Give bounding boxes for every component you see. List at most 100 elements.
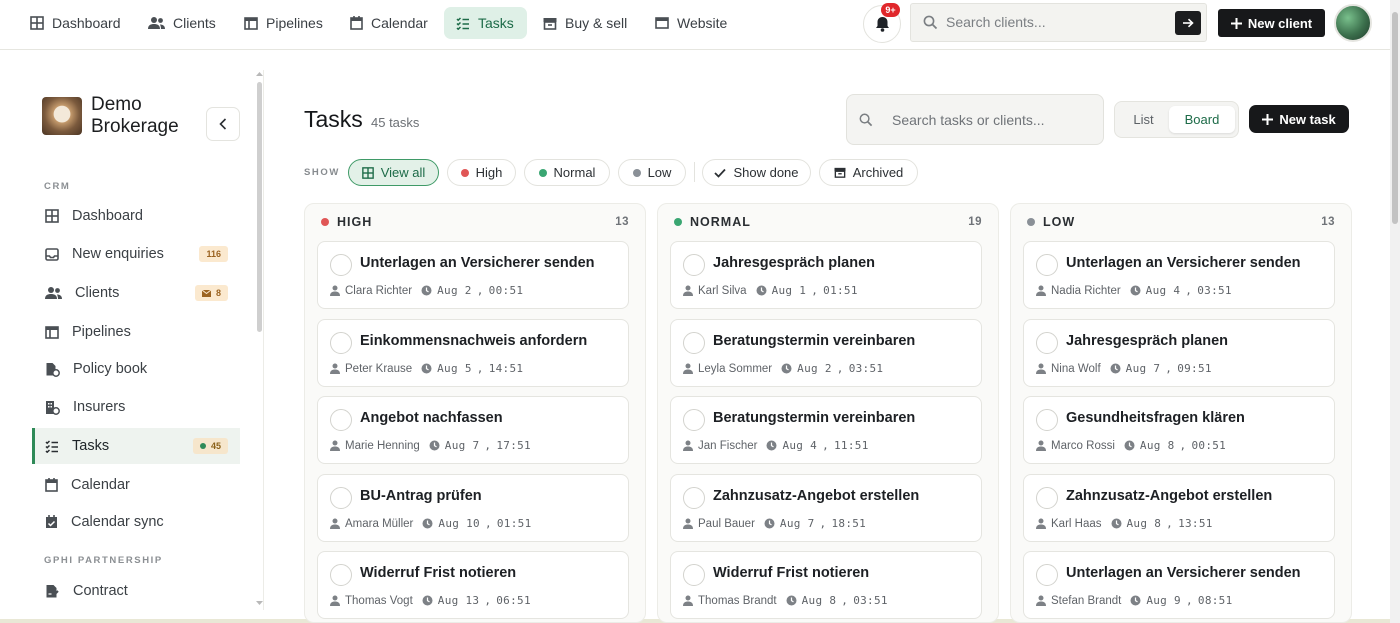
complete-task-checkbox[interactable] bbox=[683, 332, 705, 354]
filter-low[interactable]: Low bbox=[618, 159, 686, 186]
sidebar-item-policy-book[interactable]: Policy book bbox=[32, 351, 240, 387]
task-card[interactable]: Widerruf Frist notieren Thomas Vogt Aug 13… bbox=[317, 551, 629, 619]
complete-task-checkbox[interactable] bbox=[330, 254, 352, 276]
client-search-box bbox=[910, 3, 1207, 42]
complete-task-checkbox[interactable] bbox=[330, 332, 352, 354]
task-time: 03:51 bbox=[853, 594, 888, 607]
filter-label: Normal bbox=[553, 165, 596, 180]
sidebar-item-label: Calendar sync bbox=[71, 514, 164, 530]
task-card[interactable]: Unterlagen an Versicherer senden Clara Ri… bbox=[317, 241, 629, 309]
new-client-button[interactable]: New client bbox=[1218, 9, 1325, 37]
view-board-option[interactable]: Board bbox=[1169, 106, 1235, 133]
task-card[interactable]: Einkommensnachweis anfordern Peter Krause… bbox=[317, 319, 629, 387]
mail-icon bbox=[201, 289, 211, 297]
person-icon bbox=[683, 363, 693, 374]
task-card[interactable]: Unterlagen an Versicherer senden Stefan B… bbox=[1023, 551, 1335, 619]
nav-buy-sell[interactable]: Buy & sell bbox=[531, 7, 639, 39]
filter-show-done[interactable]: Show done bbox=[702, 159, 811, 186]
nav-pipelines[interactable]: Pipelines bbox=[232, 7, 335, 39]
task-card[interactable]: Zahnzusatz-Angebot erstellen Karl Haas Aug… bbox=[1023, 474, 1335, 542]
task-title: Zahnzusatz-Angebot erstellen bbox=[1066, 488, 1273, 504]
complete-task-checkbox[interactable] bbox=[683, 487, 705, 509]
complete-task-checkbox[interactable] bbox=[1036, 332, 1058, 354]
page-scrollbar[interactable] bbox=[1390, 0, 1400, 623]
task-card[interactable]: BU-Antrag prüfen Amara Müller Aug 10, 01:51 bbox=[317, 474, 629, 542]
task-card[interactable]: Widerruf Frist notieren Thomas Brandt Aug … bbox=[670, 551, 982, 619]
task-title: Widerruf Frist notieren bbox=[360, 565, 517, 581]
task-card[interactable]: Zahnzusatz-Angebot erstellen Paul Bauer Au… bbox=[670, 474, 982, 542]
sidebar-item-pipelines[interactable]: Pipelines bbox=[32, 314, 240, 350]
column-title: HIGH bbox=[337, 215, 373, 229]
complete-task-checkbox[interactable] bbox=[330, 564, 352, 586]
nav-tasks[interactable]: Tasks bbox=[444, 7, 527, 39]
task-client: Stefan Brandt bbox=[1051, 594, 1122, 607]
task-card[interactable]: Angebot nachfassen Marie Henning Aug 7, 17:… bbox=[317, 396, 629, 464]
client-search-input[interactable] bbox=[946, 14, 1166, 30]
columns-icon bbox=[45, 325, 59, 339]
task-card[interactable]: Unterlagen an Versicherer senden Nadia Ri… bbox=[1023, 241, 1335, 309]
task-card[interactable]: Beratungstermin vereinbaren Jan Fischer Au… bbox=[670, 396, 982, 464]
nav-website[interactable]: Website bbox=[643, 7, 739, 39]
clock-icon bbox=[1130, 595, 1141, 606]
sidebar-item-insurers[interactable]: Insurers bbox=[32, 389, 240, 425]
new-task-button[interactable]: New task bbox=[1249, 105, 1349, 133]
person-icon bbox=[683, 595, 693, 606]
nav-clients[interactable]: Clients bbox=[136, 7, 228, 39]
sidebar-item-tasks[interactable]: Tasks 45 bbox=[32, 428, 240, 464]
filter-view-all[interactable]: View all bbox=[348, 159, 439, 186]
sidebar-item-new-enquiries[interactable]: New enquiries 116 bbox=[32, 236, 240, 272]
nav-calendar[interactable]: Calendar bbox=[338, 7, 440, 39]
sidebar-scrollbar[interactable] bbox=[255, 70, 264, 610]
filter-archived[interactable]: Archived bbox=[819, 159, 918, 186]
scrollbar-thumb[interactable] bbox=[1392, 12, 1398, 224]
filter-normal[interactable]: Normal bbox=[524, 159, 610, 186]
task-title: Unterlagen an Versicherer senden bbox=[1066, 255, 1301, 271]
task-date: Aug 2 bbox=[437, 284, 472, 297]
task-client: Thomas Brandt bbox=[698, 594, 777, 607]
sidebar-item-calendar[interactable]: Calendar bbox=[32, 467, 240, 503]
grid-icon bbox=[361, 166, 374, 179]
collapse-sidebar-button[interactable] bbox=[206, 107, 240, 141]
person-icon bbox=[330, 285, 340, 296]
complete-task-checkbox[interactable] bbox=[1036, 409, 1058, 431]
task-card[interactable]: Jahresgespräch planen Karl Silva Aug 1, 01:… bbox=[670, 241, 982, 309]
task-search-input[interactable] bbox=[892, 112, 1092, 128]
task-date: Aug 7 bbox=[779, 517, 815, 530]
person-icon bbox=[683, 285, 693, 296]
view-list-option[interactable]: List bbox=[1121, 106, 1166, 133]
task-client: Amara Müller bbox=[345, 517, 414, 530]
grid-icon bbox=[45, 209, 59, 223]
column-normal: NORMAL 19 Jahresgespräch planen Karl Silva A… bbox=[657, 203, 999, 623]
task-card[interactable]: Beratungstermin vereinbaren Leyla Sommer A… bbox=[670, 319, 982, 387]
complete-task-checkbox[interactable] bbox=[1036, 254, 1058, 276]
user-avatar[interactable] bbox=[1334, 4, 1372, 42]
task-meta: Peter Krause Aug 5, 14:51 bbox=[330, 362, 523, 375]
task-card[interactable]: Gesundheitsfragen klären Marco Rossi Aug 8… bbox=[1023, 396, 1335, 464]
filter-label: Low bbox=[647, 165, 672, 180]
sidebar-item-contract[interactable]: Contract bbox=[32, 573, 240, 609]
task-card[interactable]: Jahresgespräch planen Nina Wolf Aug 7, 09:5… bbox=[1023, 319, 1335, 387]
complete-task-checkbox[interactable] bbox=[1036, 564, 1058, 586]
task-meta: Amara Müller Aug 10, 01:51 bbox=[330, 517, 532, 530]
task-title: Unterlagen an Versicherer senden bbox=[1066, 565, 1301, 581]
task-time: 17:51 bbox=[496, 439, 531, 452]
complete-task-checkbox[interactable] bbox=[683, 254, 705, 276]
sidebar-item-dashboard[interactable]: Dashboard bbox=[32, 198, 240, 234]
complete-task-checkbox[interactable] bbox=[330, 487, 352, 509]
filter-high[interactable]: High bbox=[447, 159, 516, 186]
column-header: HIGH bbox=[321, 215, 372, 229]
sidebar-scrollbar-thumb[interactable] bbox=[257, 82, 262, 332]
date-separator: , bbox=[1179, 439, 1187, 452]
task-meta: Leyla Sommer Aug 2, 03:51 bbox=[683, 362, 883, 375]
sidebar-item-clients[interactable]: Clients 8 bbox=[32, 275, 240, 311]
clock-icon bbox=[421, 285, 432, 296]
complete-task-checkbox[interactable] bbox=[330, 409, 352, 431]
complete-task-checkbox[interactable] bbox=[683, 409, 705, 431]
complete-task-checkbox[interactable] bbox=[683, 564, 705, 586]
nav-dashboard[interactable]: Dashboard bbox=[18, 7, 133, 39]
search-submit-button[interactable] bbox=[1175, 11, 1201, 35]
complete-task-checkbox[interactable] bbox=[1036, 487, 1058, 509]
task-client: Marco Rossi bbox=[1051, 439, 1115, 452]
date-separator: , bbox=[836, 362, 844, 375]
sidebar-item-calendar-sync[interactable]: Calendar sync bbox=[32, 504, 240, 540]
